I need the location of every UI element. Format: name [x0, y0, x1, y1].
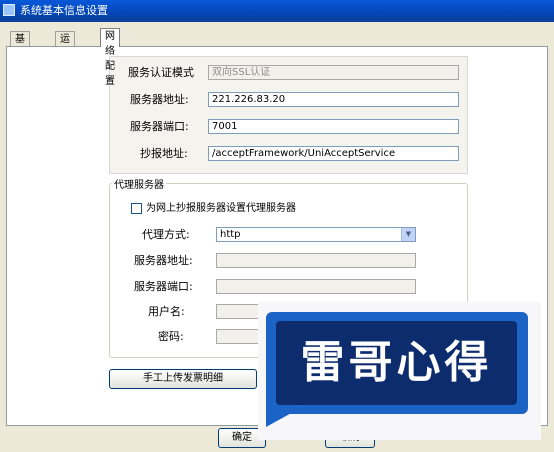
proxy-address-label: 服务器地址:: [134, 254, 193, 267]
watermark-bubble-tail: [266, 405, 306, 427]
tab-network-config[interactable]: 网络配置: [100, 28, 120, 87]
report-address-label: 抄报地址:: [140, 147, 188, 160]
report-address-field[interactable]: /acceptFramework/UniAcceptService: [208, 146, 459, 161]
server-address-field[interactable]: 221.226.83.20: [208, 92, 459, 107]
proxy-user-label: 用户名:: [148, 305, 185, 318]
title-bar: 系统基本信息设置: [0, 0, 554, 22]
auth-mode-field: 双向SSL认证: [208, 65, 459, 80]
proxy-group-label: 代理服务器: [112, 179, 166, 192]
proxy-port-field: [216, 279, 416, 294]
server-port-field[interactable]: 7001: [208, 119, 459, 134]
proxy-address-field: [216, 253, 416, 268]
window-title: 系统基本信息设置: [20, 4, 108, 17]
server-address-label: 服务器地址:: [130, 93, 189, 106]
proxy-password-label: 密码:: [158, 330, 184, 343]
chevron-down-icon[interactable]: ▼: [401, 228, 415, 241]
proxy-mode-value: http: [220, 229, 241, 240]
watermark-text: 雷哥心得: [300, 337, 493, 388]
tab-run-params[interactable]: 运行参数: [55, 31, 75, 90]
server-port-label: 服务器端口:: [130, 120, 189, 133]
app-icon: [3, 4, 15, 16]
tab-basic-info[interactable]: 基本信息: [10, 31, 30, 90]
manual-upload-button[interactable]: 手工上传发票明细: [109, 369, 257, 389]
use-proxy-checkbox[interactable]: [131, 203, 142, 214]
proxy-port-label: 服务器端口:: [134, 280, 193, 293]
proxy-mode-label: 代理方式:: [142, 228, 190, 241]
settings-window: 系统基本信息设置 基本信息 运行参数 网络配置 服务认证模式 双向SSL认证 服…: [0, 0, 554, 452]
proxy-mode-select[interactable]: http ▼: [216, 227, 416, 242]
auth-mode-label: 服务认证模式: [128, 66, 194, 79]
use-proxy-label: 为网上抄报服务器设置代理服务器: [146, 203, 296, 214]
